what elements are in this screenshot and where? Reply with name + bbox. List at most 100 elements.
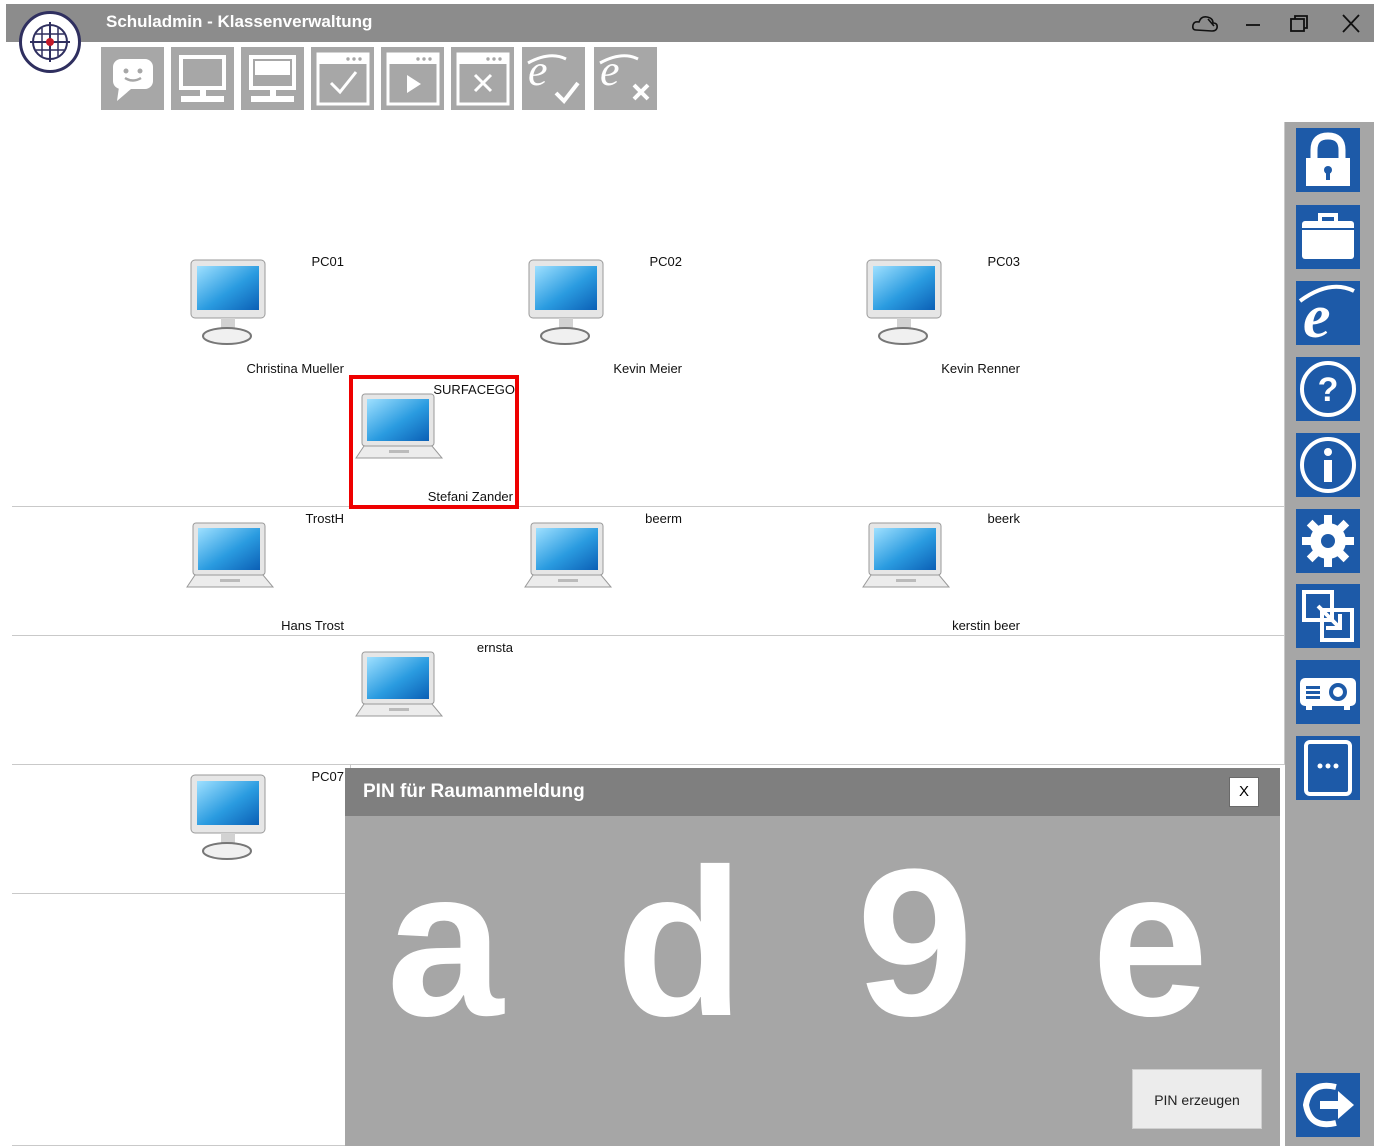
device-user: Christina Mueller bbox=[246, 361, 344, 376]
lock-button[interactable] bbox=[1296, 128, 1360, 192]
seat-cell[interactable] bbox=[12, 765, 182, 894]
restore-icon[interactable] bbox=[1284, 10, 1314, 38]
seat-cell[interactable] bbox=[857, 122, 1027, 251]
seat-cell[interactable] bbox=[519, 636, 689, 765]
screen-lock-button[interactable] bbox=[241, 47, 304, 110]
seat-cell[interactable] bbox=[181, 378, 351, 507]
device-hostname: PC03 bbox=[987, 254, 1020, 269]
close-icon[interactable] bbox=[1336, 10, 1366, 38]
seat-cell[interactable] bbox=[12, 507, 182, 636]
cloud-icon[interactable] bbox=[1190, 10, 1220, 38]
seat-cell[interactable] bbox=[857, 636, 1027, 765]
internet-block-button[interactable]: e bbox=[594, 46, 657, 110]
export-button[interactable] bbox=[1296, 584, 1360, 648]
seat-cell[interactable] bbox=[181, 122, 351, 251]
seat-cell[interactable] bbox=[12, 1022, 182, 1146]
projector-icon bbox=[1300, 678, 1356, 710]
seat-cell[interactable] bbox=[1195, 507, 1285, 636]
desktop-icon bbox=[865, 258, 945, 351]
seat-cell[interactable] bbox=[519, 122, 689, 251]
logout-button[interactable] bbox=[1296, 1073, 1360, 1137]
seat-cell[interactable] bbox=[688, 507, 858, 636]
device-hostname: TrostH bbox=[305, 511, 344, 526]
window-close-button[interactable] bbox=[451, 47, 514, 110]
seat-cell[interactable] bbox=[12, 894, 182, 1023]
tablet-button[interactable] bbox=[1296, 736, 1360, 800]
seat-cell[interactable] bbox=[688, 378, 858, 507]
briefcase-button[interactable] bbox=[1296, 205, 1360, 269]
device-hostname: PC02 bbox=[649, 254, 682, 269]
seat-cell[interactable] bbox=[181, 1022, 351, 1146]
lock-icon bbox=[1306, 132, 1350, 186]
device-user: Hans Trost bbox=[281, 618, 344, 633]
seat-cell[interactable] bbox=[12, 122, 182, 251]
message-button[interactable] bbox=[101, 47, 164, 110]
desktop-icon bbox=[189, 258, 269, 351]
pin-character: a bbox=[386, 825, 504, 1060]
app-logo bbox=[19, 11, 81, 73]
pin-dialog: PIN für Raumanmeldung X a d 9 e PIN erze… bbox=[345, 768, 1280, 1146]
device-hostname: ernsta bbox=[476, 640, 513, 655]
device-tile-beerk[interactable]: beerk kerstin beer bbox=[857, 507, 1027, 636]
seat-cell[interactable] bbox=[350, 507, 520, 636]
seat-cell[interactable] bbox=[1026, 507, 1196, 636]
generate-pin-button[interactable]: PIN erzeugen bbox=[1132, 1069, 1262, 1129]
desktop-icon bbox=[527, 258, 607, 351]
seat-cell[interactable] bbox=[1195, 250, 1285, 379]
device-tile-pc01[interactable]: PC01 Christina Mueller bbox=[181, 250, 351, 379]
seat-cell[interactable] bbox=[1026, 378, 1196, 507]
svg-text:e: e bbox=[600, 47, 620, 95]
info-button[interactable] bbox=[1296, 433, 1360, 497]
seat-cell[interactable] bbox=[688, 250, 858, 379]
window-check-button[interactable] bbox=[311, 47, 374, 110]
device-tile-trosth[interactable]: TrostH Hans Trost bbox=[181, 507, 351, 636]
internet-allow-button[interactable]: e bbox=[522, 46, 585, 110]
seat-cell[interactable] bbox=[519, 378, 689, 507]
seat-cell[interactable] bbox=[1195, 122, 1285, 251]
screen-view-button[interactable] bbox=[171, 47, 234, 110]
seat-cell[interactable] bbox=[12, 378, 182, 507]
window-play-button[interactable] bbox=[381, 47, 444, 110]
svg-text:?: ? bbox=[1318, 371, 1339, 409]
dialog-title: PIN für Raumanmeldung bbox=[363, 781, 585, 802]
help-button[interactable]: ? bbox=[1296, 357, 1360, 421]
seat-cell[interactable] bbox=[1026, 636, 1196, 765]
internet-explorer-button[interactable]: e bbox=[1296, 281, 1360, 351]
device-user: Kevin Renner bbox=[941, 361, 1020, 376]
seat-cell[interactable] bbox=[12, 636, 182, 765]
tablet-icon bbox=[1304, 740, 1352, 796]
dialog-close-button[interactable]: X bbox=[1229, 777, 1259, 807]
device-tile-ernsta[interactable]: ernsta bbox=[350, 636, 520, 765]
seat-cell[interactable] bbox=[1195, 378, 1285, 507]
minimize-icon[interactable] bbox=[1238, 10, 1268, 38]
seat-cell[interactable] bbox=[181, 636, 351, 765]
seat-cell[interactable] bbox=[1026, 250, 1196, 379]
seat-cell[interactable] bbox=[350, 122, 520, 251]
settings-button[interactable] bbox=[1296, 509, 1360, 573]
seat-cell[interactable] bbox=[688, 636, 858, 765]
device-tile-pc07[interactable]: PC07 bbox=[181, 765, 351, 894]
seat-cell[interactable] bbox=[688, 122, 858, 251]
internet-allow-icon: e bbox=[527, 46, 580, 105]
device-tile-beerm[interactable]: beerm bbox=[519, 507, 689, 636]
seat-cell[interactable] bbox=[181, 894, 351, 1023]
selection-highlight bbox=[349, 375, 519, 509]
pin-character: d bbox=[615, 825, 745, 1060]
internet-explorer-icon: e bbox=[1298, 283, 1355, 351]
laptop-icon bbox=[354, 650, 444, 733]
projector-button[interactable] bbox=[1296, 660, 1360, 724]
seat-cell[interactable] bbox=[12, 250, 182, 379]
seat-cell[interactable] bbox=[1026, 122, 1196, 251]
help-icon: ? bbox=[1300, 361, 1356, 417]
device-tile-pc02[interactable]: PC02 Kevin Meier bbox=[519, 250, 689, 379]
seat-cell[interactable] bbox=[350, 250, 520, 379]
dialog-header: PIN für Raumanmeldung X bbox=[345, 768, 1280, 816]
seat-cell[interactable] bbox=[1195, 636, 1285, 765]
seat-cell[interactable] bbox=[857, 378, 1027, 507]
device-tile-pc03[interactable]: PC03 Kevin Renner bbox=[857, 250, 1027, 379]
info-icon bbox=[1300, 437, 1356, 493]
laptop-icon bbox=[861, 521, 951, 604]
export-icon bbox=[1302, 590, 1354, 642]
window-play-icon bbox=[386, 52, 440, 106]
svg-text:e: e bbox=[528, 47, 548, 95]
